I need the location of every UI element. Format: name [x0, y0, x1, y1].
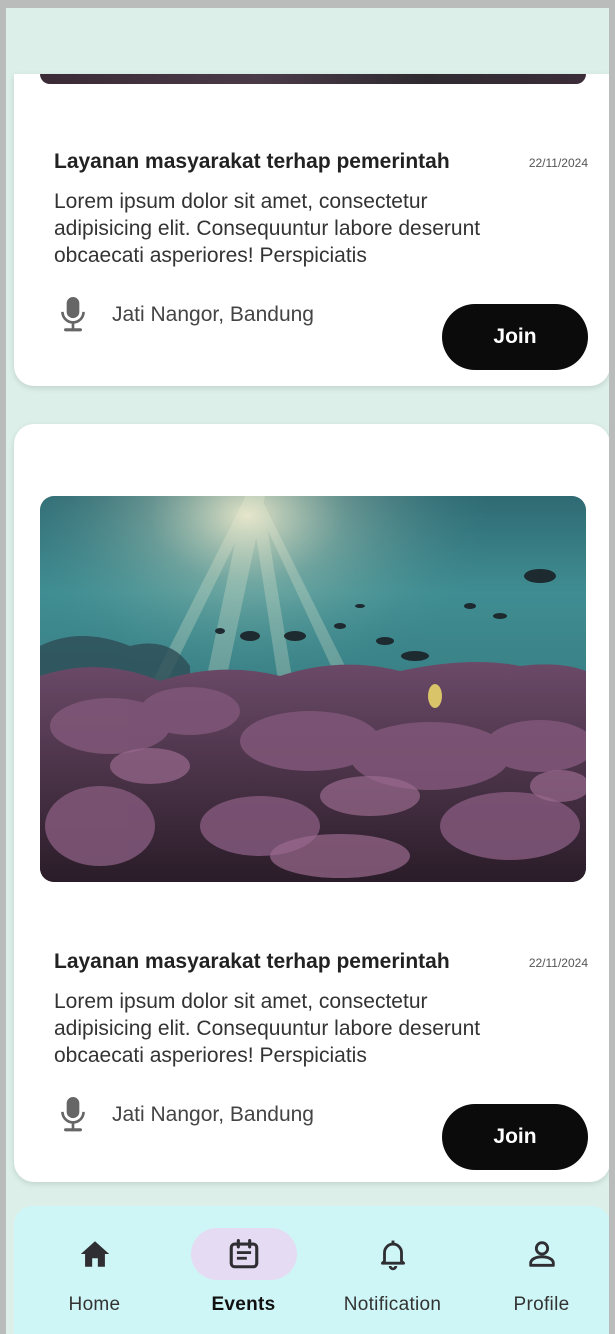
bell-icon	[380, 1240, 405, 1271]
nav-label: Events	[211, 1294, 276, 1315]
event-title: Layanan masyarakat terhap pemerintah	[54, 150, 450, 173]
event-description: Lorem ipsum dolor sit amet, consectetur …	[54, 990, 481, 1067]
join-button[interactable]: Join	[442, 304, 588, 370]
nav-pill	[42, 1228, 148, 1280]
event-location: Jati Nangor, Bandung	[60, 296, 314, 334]
event-description: Lorem ipsum dolor sit amet, consectetur …	[54, 190, 481, 267]
bottom-navigation: Home Events Notification Profile	[14, 1206, 609, 1334]
event-title: Layanan masyarakat terhap pemerintah	[54, 950, 450, 973]
nav-item-home[interactable]: Home	[20, 1206, 169, 1334]
nav-label: Notification	[343, 1294, 442, 1315]
underwater-reef-image	[40, 496, 586, 882]
nav-item-events[interactable]: Events	[169, 1206, 318, 1334]
nav-item-notification[interactable]: Notification	[318, 1206, 467, 1334]
nav-pill-active	[190, 1228, 297, 1280]
nav-label: Profile	[513, 1294, 570, 1315]
event-date: 22/11/2024	[528, 956, 588, 970]
nav-label: Home	[68, 1294, 121, 1315]
profile-icon	[528, 1241, 555, 1267]
event-location: Jati Nangor, Bandung	[60, 1096, 314, 1134]
microphone-icon	[61, 1097, 85, 1132]
nav-item-profile[interactable]: Profile	[467, 1206, 609, 1334]
app-screen: Layanan masyarakat terhap pemerintah 22/…	[0, 0, 615, 1334]
event-date: 22/11/2024	[528, 156, 588, 170]
events-icon	[229, 1238, 258, 1269]
home-icon	[80, 1241, 109, 1267]
event-photo	[40, 74, 586, 84]
microphone-icon	[61, 297, 85, 332]
nav-pill	[489, 1228, 595, 1280]
event-card[interactable]: Layanan masyarakat terhap pemerintah 22/…	[14, 424, 609, 1182]
event-card[interactable]: Layanan masyarakat terhap pemerintah 22/…	[14, 74, 609, 386]
event-photo	[40, 496, 586, 882]
location-text: Jati Nangor, Bandung	[112, 303, 314, 326]
location-text: Jati Nangor, Bandung	[112, 1103, 314, 1126]
nav-pill	[340, 1228, 446, 1280]
join-button[interactable]: Join	[442, 1104, 588, 1170]
